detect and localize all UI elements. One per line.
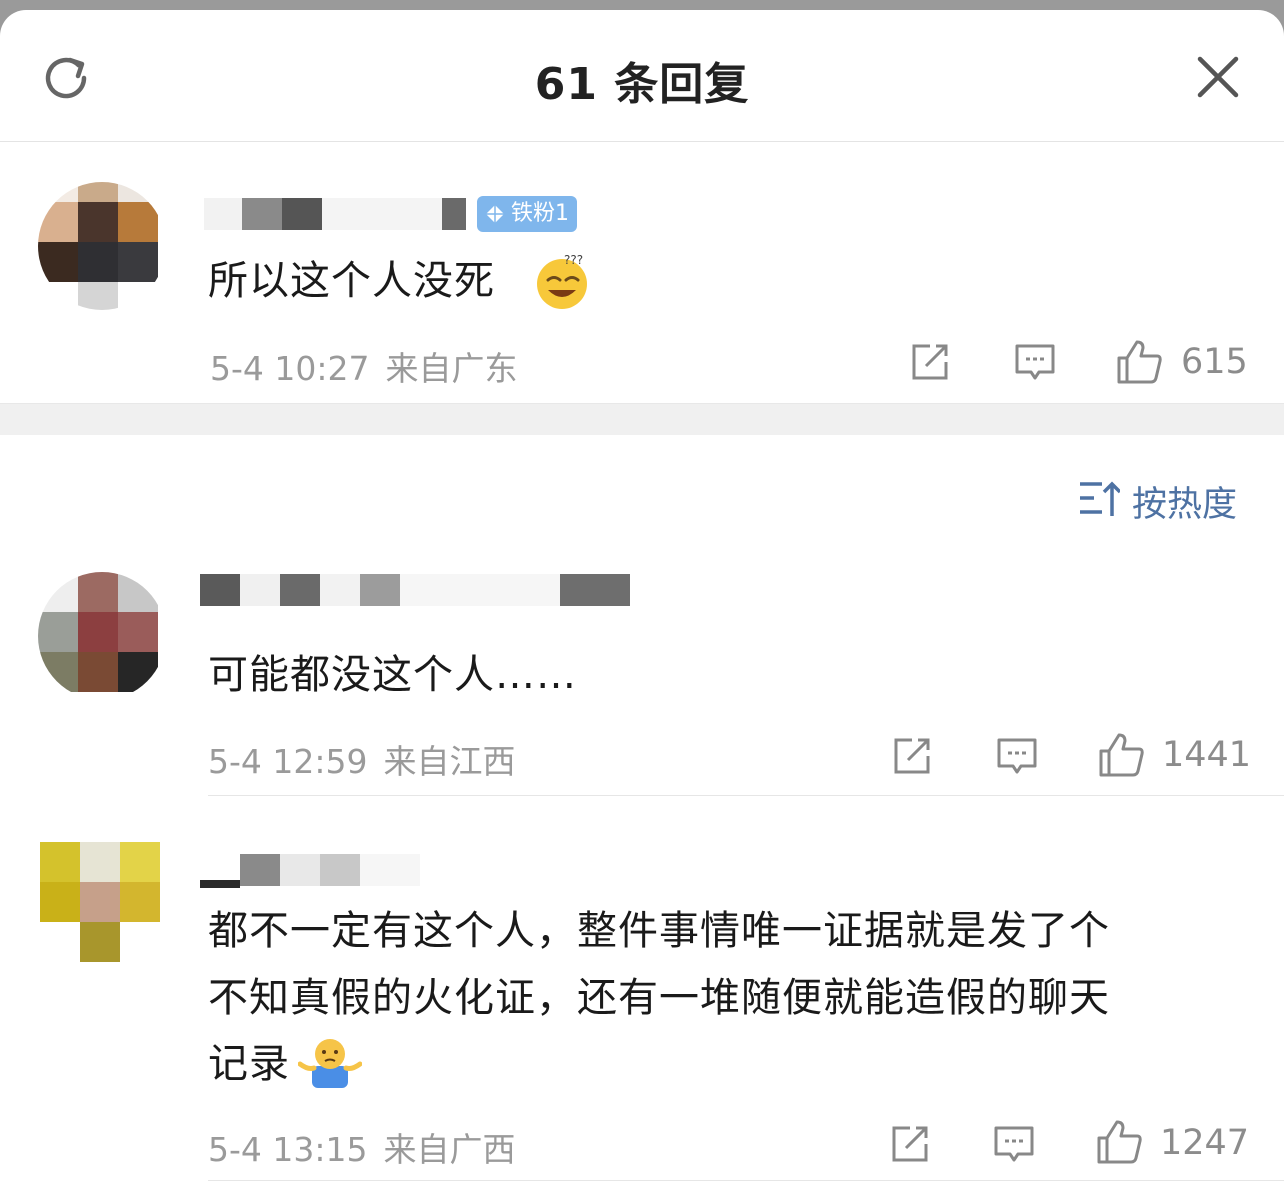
comment-icon[interactable] (992, 1122, 1036, 1166)
sort-icon (1080, 481, 1120, 516)
shrug-emoji (298, 1039, 362, 1088)
reply-divider (208, 795, 1284, 796)
share-icon[interactable] (908, 340, 952, 384)
sort-label: 按热度 (1132, 485, 1238, 525)
dizzy-grin-emoji: ??? (537, 253, 587, 309)
diamond-icon (486, 205, 504, 223)
username-redacted[interactable] (200, 850, 430, 890)
username-redacted[interactable] (200, 570, 640, 610)
comment-text: 所以这个人没死 (208, 258, 495, 304)
like-count: 615 (1181, 342, 1248, 382)
reply-time: 5-4 12:59 (208, 742, 368, 781)
svg-text:???: ??? (564, 253, 583, 267)
reply-text-line-3: 记录 (208, 1041, 290, 1087)
like-count: 1247 (1160, 1123, 1250, 1163)
reply-location: 来自广西 (383, 1130, 516, 1169)
avatar[interactable] (38, 572, 166, 700)
like-icon[interactable] (1095, 1118, 1143, 1166)
reply-meta: 5-4 13:15 来自广西 (208, 1123, 516, 1171)
like-count: 1441 (1162, 735, 1252, 775)
comment-icon[interactable] (1013, 340, 1057, 384)
badge-label: 铁粉1 (511, 201, 569, 226)
section-divider (0, 403, 1284, 435)
reply-time: 5-4 13:15 (208, 1130, 368, 1169)
reply-meta: 5-4 12:59 来自江西 (208, 735, 516, 783)
comment-time: 5-4 10:27 (210, 349, 370, 388)
avatar[interactable] (38, 842, 166, 970)
replies-sheet: 61 条回复 铁粉1 所以这个人没死 ??? 5-4 10:27 来自广东 61… (0, 10, 1284, 1187)
reply-text-line-1: 都不一定有这个人，整件事情唯一证据就是发了个 (208, 908, 1110, 954)
close-icon[interactable] (1195, 54, 1241, 100)
reply-location: 来自江西 (383, 742, 516, 781)
comment-location: 来自广东 (385, 349, 518, 388)
avatar[interactable] (38, 182, 166, 310)
reply-divider (208, 1180, 1284, 1181)
reply-text-line-2: 不知真假的火化证，还有一堆随便就能造假的聊天 (208, 975, 1110, 1021)
share-icon[interactable] (890, 734, 934, 778)
reply-text: 可能都没这个人…… (208, 652, 577, 698)
comment-icon[interactable] (995, 734, 1039, 778)
like-icon[interactable] (1115, 338, 1163, 386)
fan-badge[interactable]: 铁粉1 (477, 196, 577, 232)
share-icon[interactable] (888, 1122, 932, 1166)
comment-meta: 5-4 10:27 来自广东 (210, 342, 518, 390)
sheet-header: 61 条回复 (0, 10, 1284, 142)
like-icon[interactable] (1097, 731, 1145, 779)
page-title: 61 条回复 (534, 59, 750, 110)
username-redacted[interactable] (204, 194, 474, 234)
